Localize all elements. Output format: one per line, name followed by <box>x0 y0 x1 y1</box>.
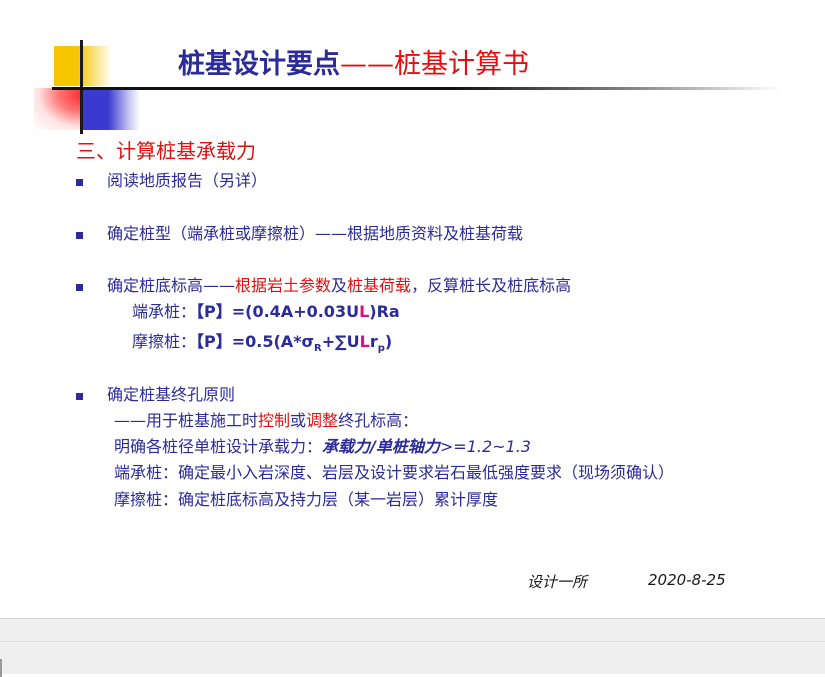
item-geology-report: 阅读地质报告（另详） <box>107 171 268 190</box>
bottom-panel <box>0 618 825 677</box>
line-part: 明确各桩径单桩设计承载力： <box>114 437 323 456</box>
formula-part: 【P】=0.5(A*σ <box>196 332 315 351</box>
bottom-panel-divider <box>0 641 825 642</box>
logo-blue-square <box>82 88 140 130</box>
bullet-icon <box>76 393 83 400</box>
capacity-ratio-value: >=1.2~1.3 <box>439 437 531 456</box>
line-part: 终孔标高： <box>338 411 419 430</box>
formula-label: 摩擦桩： <box>132 332 197 351</box>
capacity-ratio: 承载力/单桩轴力 <box>322 437 440 456</box>
formula-label: 端承桩： <box>132 302 197 321</box>
line-part: ——用于桩基施工时 <box>114 411 259 430</box>
section-heading: 三、计算桩基承载力 <box>76 139 256 163</box>
formula-expression: 【P】=0.5(A*σR+∑ULrp) <box>196 332 393 355</box>
formula-part: )Ra <box>369 302 400 321</box>
item3-text-post: ，反算桩长及桩底标高 <box>411 276 572 295</box>
bullet-icon <box>76 232 83 239</box>
logo-red-square <box>34 88 82 130</box>
slide: 桩基设计要点——桩基计算书 三、计算桩基承载力 阅读地质报告（另详） 确定桩型（… <box>0 0 825 618</box>
formula-subscript: R <box>314 343 322 355</box>
item3-text-red1: 根据岩土参数 <box>235 276 332 295</box>
principle-line-control: ——用于桩基施工时控制或调整终孔标高： <box>114 410 418 432</box>
title-main: 桩基设计要点 <box>178 49 340 80</box>
formula-friction: 摩擦桩：【P】=0.5(A*σR+∑ULrp) <box>132 331 392 360</box>
item-pile-type: 确定桩型（端承桩或摩擦桩）——根据地质资料及桩基荷载 <box>107 224 524 243</box>
footer-department: 设计一所 <box>527 573 588 591</box>
principle-line-end-bearing: 端承桩：确定最小入岩深度、岩层及设计要求岩石最低强度要求（现场须确认） <box>114 463 675 482</box>
bottom-panel-scroll-tick[interactable] <box>0 659 2 677</box>
formula-expression: 【P】=(0.4A+0.03UL)Ra <box>196 302 400 321</box>
line-part-red: 控制 <box>258 411 291 430</box>
item3-text-mid: 及 <box>331 276 348 295</box>
line-part-red: 调整 <box>306 411 339 430</box>
principle-line-friction: 摩擦桩：确定桩底标高及持力层（某一岩层）累计厚度 <box>114 490 499 509</box>
bullet-icon <box>76 179 83 186</box>
item3-text-pre: 确定桩底标高—— <box>107 276 236 295</box>
footer-date: 2020-8-25 <box>648 571 726 589</box>
formula-end-bearing: 端承桩：【P】=(0.4A+0.03UL)Ra <box>132 301 400 323</box>
formula-part: L <box>359 302 370 321</box>
formula-part: 【P】=(0.4A+0.03U <box>196 302 360 321</box>
title-sub: ——桩基计算书 <box>340 49 529 80</box>
title-underline <box>52 87 782 90</box>
formula-part: L <box>359 332 370 351</box>
formula-part: +∑U <box>321 332 360 351</box>
line-part: 或 <box>290 411 307 430</box>
principle-line-capacity: 明确各桩径单桩设计承载力：承载力/单桩轴力>=1.2~1.3 <box>114 436 531 458</box>
formula-subscript: p <box>377 343 385 355</box>
logo-yellow-square <box>54 46 112 86</box>
item3-text-red2: 桩基荷载 <box>347 276 412 295</box>
bullet-icon <box>76 284 83 291</box>
item-final-hole-principle: 确定桩基终孔原则 <box>107 385 236 404</box>
formula-part: r <box>369 332 378 351</box>
formula-part: ) <box>384 332 393 351</box>
slide-title: 桩基设计要点——桩基计算书 <box>178 47 529 83</box>
item-pile-bottom-elevation: 确定桩底标高——根据岩土参数及桩基荷载，反算桩长及桩底标高 <box>107 275 571 297</box>
